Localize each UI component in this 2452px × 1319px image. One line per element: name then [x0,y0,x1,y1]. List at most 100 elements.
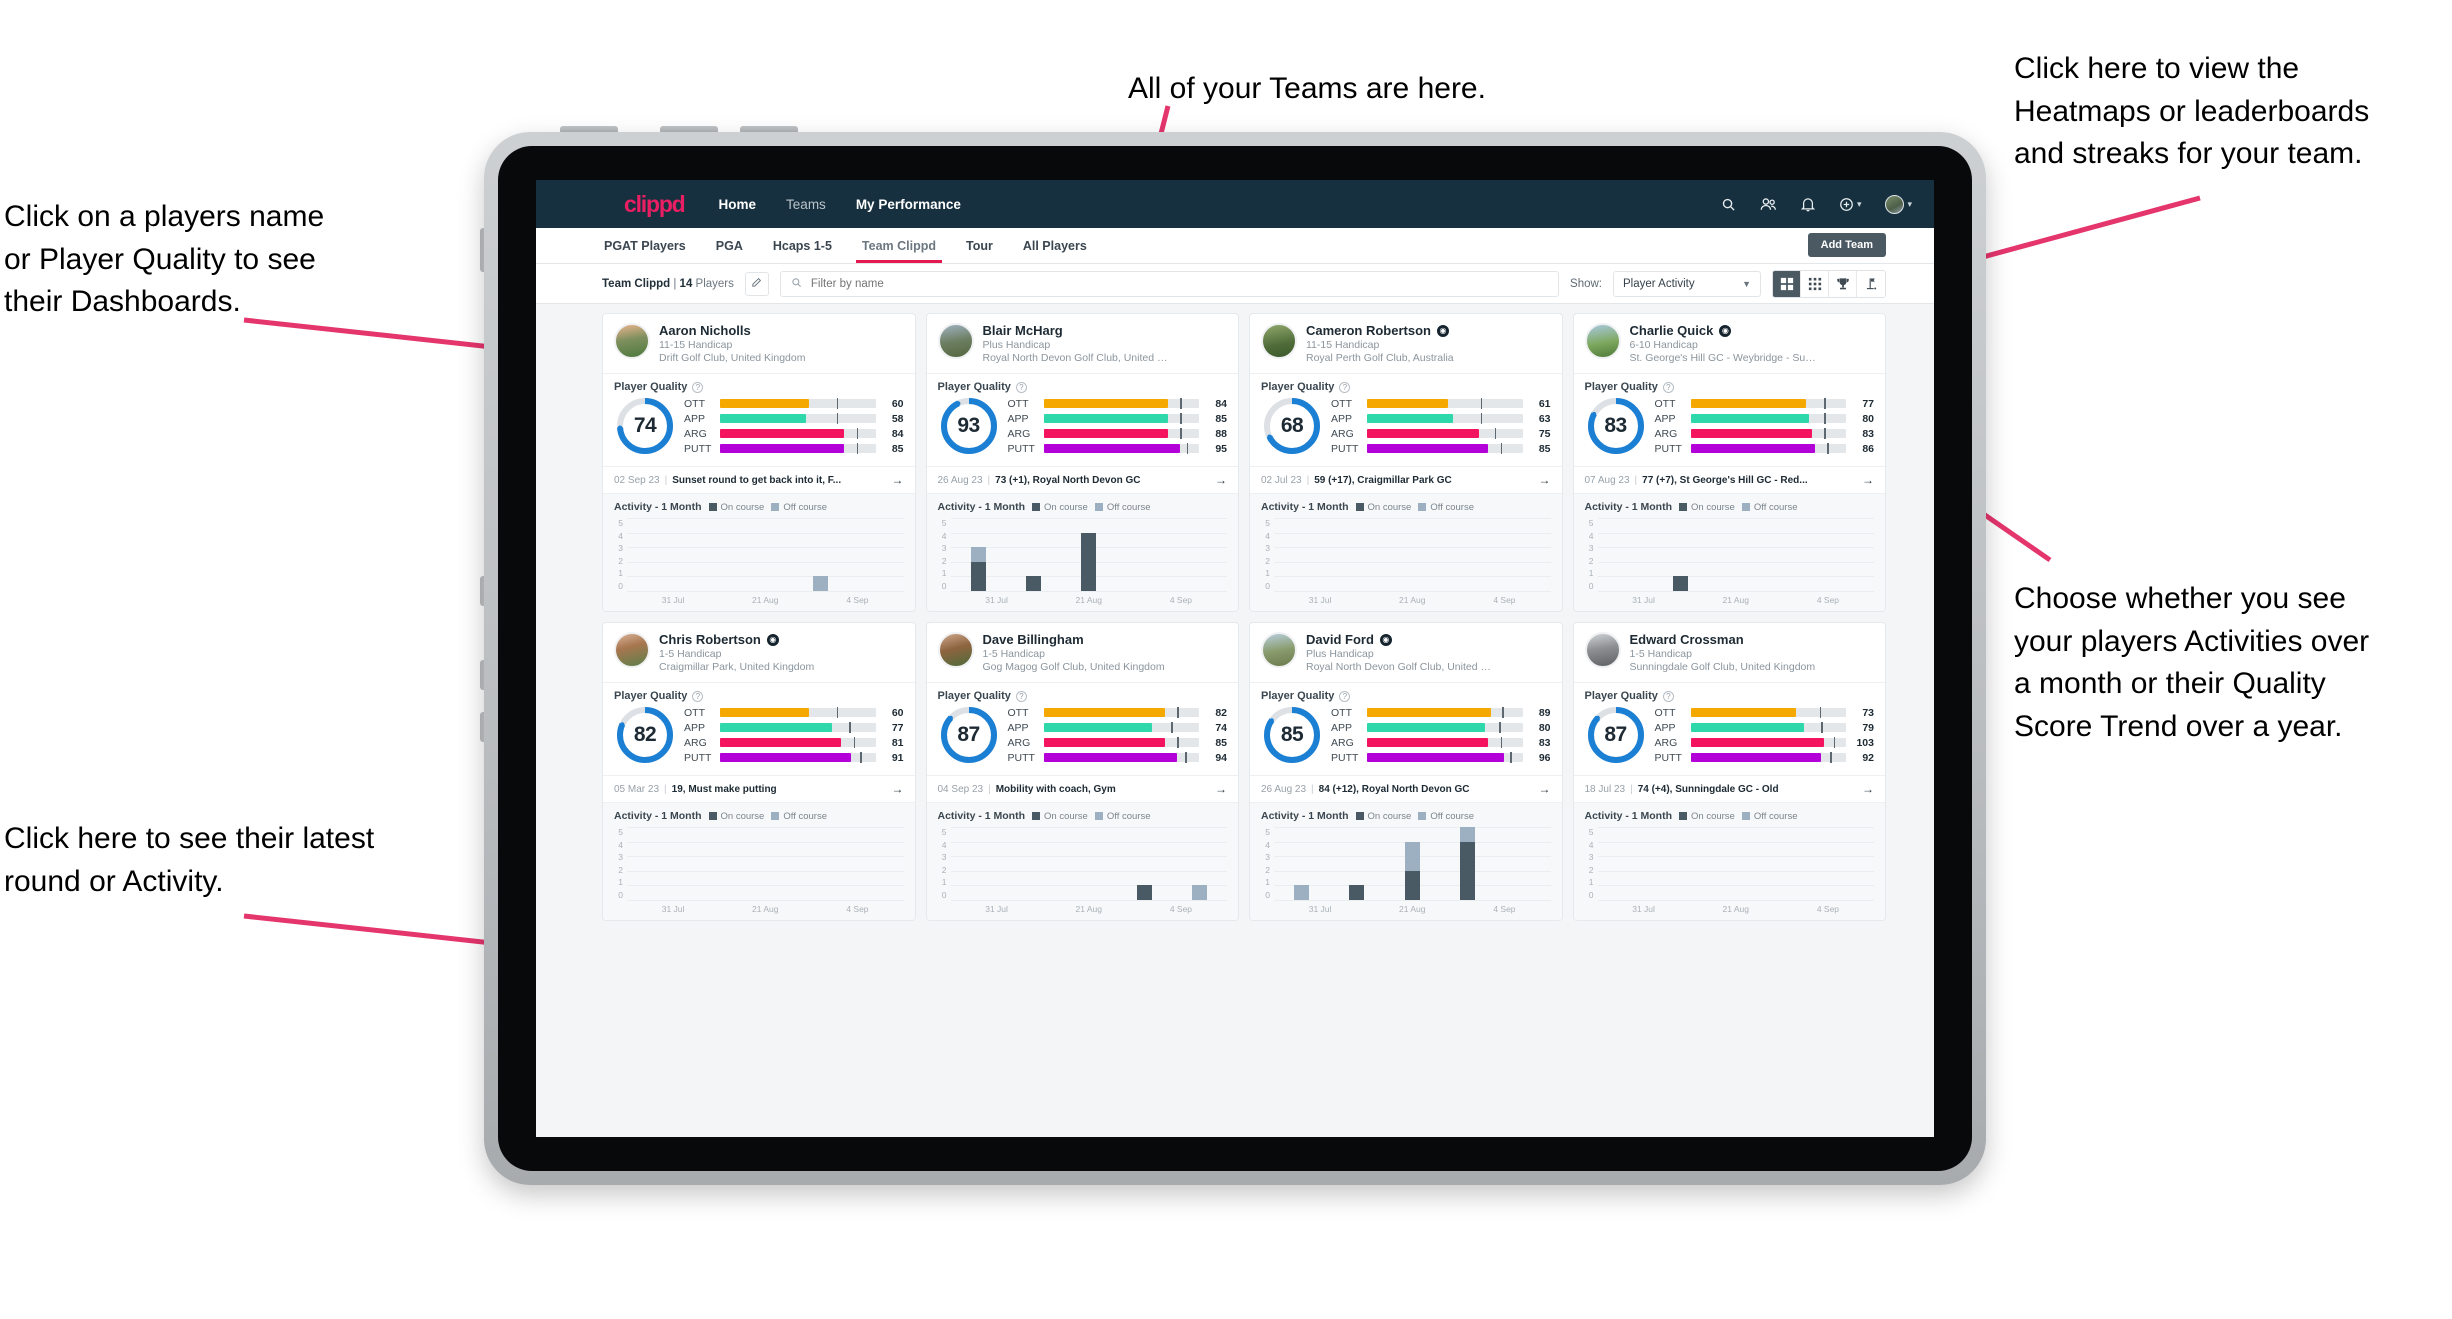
player-name[interactable]: Edward Crossman [1630,632,1744,647]
plus-circle-icon[interactable]: ▾ [1839,197,1861,212]
player-avatar[interactable] [1261,632,1297,668]
question-icon[interactable]: ? [1339,381,1351,393]
tab-all-players[interactable]: All Players [1021,230,1089,262]
player-name-row[interactable]: David Ford ◉ [1306,632,1494,647]
bell-icon[interactable] [1800,197,1815,212]
player-card-header[interactable]: Blair McHarg Plus Handicap Royal North D… [927,314,1239,373]
quality-score-donut[interactable]: 85 [1261,704,1323,766]
player-avatar[interactable] [1584,632,1621,668]
grid-large-icon[interactable] [1773,270,1801,297]
player-avatar[interactable] [614,632,650,668]
latest-activity-row[interactable]: 02 Sep 23 | Sunset round to get back int… [603,466,915,493]
question-icon[interactable]: ? [692,381,704,393]
show-select[interactable]: Player Activity ▼ [1613,270,1761,297]
player-card-header[interactable]: Aaron Nicholls 11-15 Handicap Drift Golf… [603,314,915,373]
player-card-header[interactable]: Edward Crossman 1-5 Handicap Sunningdale… [1574,623,1886,682]
player-avatar[interactable] [937,323,974,359]
question-icon[interactable]: ? [1015,690,1027,702]
player-card[interactable]: Aaron Nicholls 11-15 Handicap Drift Golf… [602,313,916,612]
question-icon[interactable]: ? [1015,381,1027,393]
tab-team-clippd[interactable]: Team Clippd [855,230,943,263]
nav-home[interactable]: Home [719,197,757,212]
search-input-wrapper[interactable] [779,270,1560,297]
player-card-header[interactable]: Dave Billingham 1-5 Handicap Gog Magog G… [927,623,1239,682]
arrow-right-icon[interactable]: → [1856,782,1874,796]
quality-score-donut[interactable]: 82 [614,704,676,766]
player-avatar[interactable] [937,632,974,668]
quality-score-donut[interactable]: 93 [938,395,1000,457]
player-name-row[interactable]: Charlie Quick ◉ [1630,323,1818,338]
quality-score-donut[interactable]: 87 [938,704,1000,766]
latest-activity-row[interactable]: 26 Aug 23 | 84 (+12), Royal North Devon … [1250,775,1562,802]
latest-activity-row[interactable]: 04 Sep 23 | Mobility with coach, Gym → [926,775,1238,802]
arrow-right-icon[interactable]: → [886,473,904,487]
arrow-right-icon[interactable]: → [1856,473,1874,487]
quality-score-donut[interactable]: 83 [1585,395,1647,457]
player-card[interactable]: Cameron Robertson ◉ 11-15 Handicap Royal… [1249,313,1563,612]
player-name[interactable]: Cameron Robertson [1306,323,1431,338]
latest-activity-row[interactable]: 05 Mar 23 | 19, Must make putting → [603,775,915,802]
player-avatar[interactable] [1584,323,1621,359]
question-icon[interactable]: ? [692,690,704,702]
edit-team-button[interactable] [744,271,769,296]
player-card-header[interactable]: Charlie Quick ◉ 6-10 Handicap St. George… [1574,314,1886,373]
search-icon[interactable] [1721,197,1736,212]
player-name[interactable]: Blair McHarg [983,323,1063,338]
player-card[interactable]: Edward Crossman 1-5 Handicap Sunningdale… [1572,622,1886,921]
tab-pgat-players[interactable]: PGAT Players [602,230,688,262]
player-quality-section[interactable]: Player Quality ? 93 OTT 84 APP 85 ARG 88… [926,373,1238,466]
heatmap-flag-icon[interactable] [1857,270,1885,297]
player-quality-section[interactable]: Player Quality ? 82 OTT 60 APP 77 ARG 81… [603,682,915,775]
player-name[interactable]: Charlie Quick [1630,323,1714,338]
quality-score-donut[interactable]: 74 [614,395,676,457]
player-card-header[interactable]: Chris Robertson ◉ 1-5 Handicap Craigmill… [603,623,915,682]
tab-pga[interactable]: PGA [714,230,745,262]
quality-score-donut[interactable]: 68 [1261,395,1323,457]
trophy-icon[interactable] [1829,270,1857,297]
latest-activity-row[interactable]: 18 Jul 23 | 74 (+4), Sunningdale GC - Ol… [1573,775,1885,802]
tab-hcaps-1-5[interactable]: Hcaps 1-5 [771,230,834,262]
arrow-right-icon[interactable]: → [886,782,904,796]
player-card[interactable]: Charlie Quick ◉ 6-10 Handicap St. George… [1572,313,1886,612]
player-name-row[interactable]: Blair McHarg [983,323,1171,338]
people-icon[interactable] [1760,197,1777,212]
player-name-row[interactable]: Edward Crossman [1630,632,1816,647]
arrow-right-icon[interactable]: → [1209,782,1227,796]
player-name[interactable]: Aaron Nicholls [659,323,751,338]
player-card[interactable]: Blair McHarg Plus Handicap Royal North D… [925,313,1239,612]
player-card-header[interactable]: Cameron Robertson ◉ 11-15 Handicap Royal… [1250,314,1562,373]
arrow-right-icon[interactable]: → [1533,473,1551,487]
player-quality-section[interactable]: Player Quality ? 87 OTT 73 APP 79 ARG 10… [1573,682,1885,775]
search-input[interactable] [810,277,1549,290]
player-card-header[interactable]: David Ford ◉ Plus Handicap Royal North D… [1250,623,1562,682]
player-card[interactable]: Dave Billingham 1-5 Handicap Gog Magog G… [925,622,1239,921]
latest-activity-row[interactable]: 07 Aug 23 | 77 (+7), St George's Hill GC… [1573,466,1885,493]
player-quality-section[interactable]: Player Quality ? 68 OTT 61 APP 63 ARG 75… [1250,373,1562,466]
player-quality-section[interactable]: Player Quality ? 85 OTT 89 APP 80 ARG 83… [1250,682,1562,775]
latest-activity-row[interactable]: 02 Jul 23 | 59 (+17), Craigmillar Park G… [1250,466,1562,493]
question-icon[interactable]: ? [1662,690,1674,702]
nav-teams[interactable]: Teams [786,197,826,212]
question-icon[interactable]: ? [1662,381,1674,393]
arrow-right-icon[interactable]: → [1533,782,1551,796]
player-name[interactable]: David Ford [1306,632,1374,647]
grid-small-icon[interactable] [1801,270,1829,297]
players-grid-area[interactable]: Aaron Nicholls 11-15 Handicap Drift Golf… [536,304,1934,1137]
player-name-row[interactable]: Dave Billingham [983,632,1165,647]
player-quality-section[interactable]: Player Quality ? 74 OTT 60 APP 58 ARG 84… [603,373,915,466]
player-name-row[interactable]: Aaron Nicholls [659,323,805,338]
arrow-right-icon[interactable]: → [1209,473,1227,487]
player-avatar[interactable] [1261,323,1297,359]
tab-tour[interactable]: Tour [964,230,995,262]
player-card[interactable]: Chris Robertson ◉ 1-5 Handicap Craigmill… [602,622,916,921]
player-quality-section[interactable]: Player Quality ? 83 OTT 77 APP 80 ARG 83… [1573,373,1885,466]
player-avatar[interactable] [614,323,650,359]
player-quality-section[interactable]: Player Quality ? 87 OTT 82 APP 74 ARG 85… [926,682,1238,775]
player-name[interactable]: Dave Billingham [983,632,1084,647]
player-name-row[interactable]: Cameron Robertson ◉ [1306,323,1454,338]
avatar[interactable]: ▾ [1885,194,1912,214]
latest-activity-row[interactable]: 26 Aug 23 | 73 (+1), Royal North Devon G… [926,466,1238,493]
player-name-row[interactable]: Chris Robertson ◉ [659,632,814,647]
question-icon[interactable]: ? [1339,690,1351,702]
clippd-logo[interactable]: clippd [624,191,686,218]
